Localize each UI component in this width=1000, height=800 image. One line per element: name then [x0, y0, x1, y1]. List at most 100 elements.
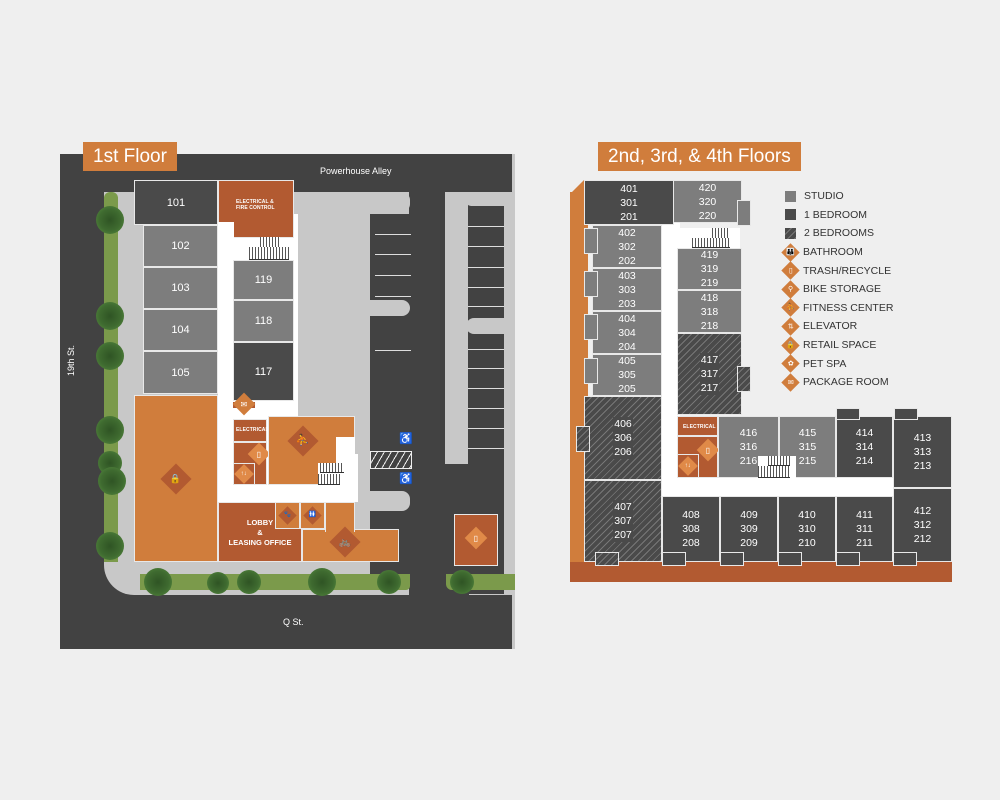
parking-stall-line: [375, 350, 411, 351]
legend-item: ⇅ ELEVATOR: [781, 317, 935, 336]
tree-icon: [96, 416, 124, 444]
unit-number: 310: [798, 523, 816, 535]
lobby-label-line: LEASING OFFICE: [228, 538, 292, 547]
balcony: [662, 552, 686, 566]
unit-412-312-212[interactable]: 412 312 212: [893, 488, 952, 562]
corridor: [660, 478, 918, 498]
unit-118[interactable]: 118: [233, 300, 294, 342]
legend-label: BATHROOM: [803, 246, 863, 259]
parking-island-5: [466, 318, 506, 334]
unit-number: 417: [699, 353, 720, 367]
unit-number: 207: [613, 528, 633, 542]
unit-number: 420: [698, 181, 717, 194]
legend-item: ⛹ FITNESS CENTER: [781, 298, 935, 318]
bike-storage-upper: [325, 502, 355, 532]
unit-number: 209: [740, 537, 758, 549]
unit-number: 304: [618, 326, 636, 339]
unit-414-314-214[interactable]: 414 314 214: [836, 416, 893, 478]
fitness-center-icon: ⛹: [781, 298, 800, 318]
unit-number: 410: [798, 509, 816, 521]
balcony: [584, 358, 598, 384]
unit-117[interactable]: 117: [233, 342, 294, 401]
parking-stall-line: [468, 306, 504, 307]
handicap-icon: ♿: [399, 473, 413, 485]
unit-401-301-201[interactable]: 401 301 201: [584, 180, 674, 225]
unit-101[interactable]: 101: [134, 180, 218, 225]
unit-number: 419: [700, 249, 719, 261]
stairs: [318, 474, 340, 485]
balcony: [720, 552, 744, 566]
unit-402-302-202[interactable]: 402 302 202: [592, 225, 662, 268]
wall-corner: [570, 180, 584, 194]
unit-403-303-203[interactable]: 403 303 203: [592, 268, 662, 311]
unit-418-318-218[interactable]: 418 318 218: [677, 290, 742, 333]
unit-number: 404: [618, 312, 636, 325]
parking-island-2: [370, 300, 410, 316]
unit-417-317-217[interactable]: 417 317 217: [677, 333, 742, 415]
handicap-icon: ♿: [399, 433, 413, 445]
unit-number: 317: [699, 367, 720, 381]
unit-105[interactable]: 105: [143, 351, 218, 394]
unit-number: 418: [700, 291, 719, 304]
stairs: [249, 247, 289, 260]
legend-label: BIKE STORAGE: [803, 283, 881, 296]
unit-419-319-219[interactable]: 419 319 219: [677, 248, 742, 290]
unit-number: 119: [254, 274, 273, 286]
unit-420-320-220[interactable]: 420 320 220: [673, 180, 742, 223]
bike-storage-icon: ⚲: [781, 280, 800, 299]
unit-number: 315: [798, 441, 817, 453]
street-label-19th-st: 19th St.: [66, 344, 76, 376]
parking-stall-line: [468, 287, 504, 288]
unit-405-305-205[interactable]: 405 305 205: [592, 354, 662, 396]
unit-413-313-213[interactable]: 413 313 213: [893, 416, 952, 488]
legend-label: 1 BEDROOM: [804, 208, 868, 221]
unit-119[interactable]: 119: [233, 260, 294, 300]
unit-number: 117: [254, 365, 273, 378]
unit-406-306-206[interactable]: 406 306 206: [584, 396, 662, 480]
unit-number: 316: [739, 441, 758, 453]
unit-number: 212: [913, 533, 932, 545]
upper-floors-title: 2nd, 3rd, & 4th Floors: [598, 142, 801, 171]
tree-icon: [377, 570, 401, 594]
unit-number: 103: [171, 282, 190, 294]
parking-stall-line: [468, 428, 504, 429]
retail-space[interactable]: 🔒: [134, 395, 218, 562]
unit-number: 406: [613, 417, 633, 431]
unit-number: 312: [913, 519, 932, 531]
legend-swatch: [785, 209, 796, 221]
parking-stall-line: [375, 254, 411, 255]
unit-number: 416: [739, 427, 758, 439]
first-floor-title: 1st Floor: [83, 142, 177, 171]
electrical-label: ELECTRICAL: [236, 427, 269, 433]
parking-stall-line: [375, 296, 411, 297]
unit-number: 214: [855, 455, 874, 467]
tree-icon: [96, 302, 124, 330]
unit-number: 211: [856, 537, 873, 549]
unit-104[interactable]: 104: [143, 309, 218, 351]
unit-number: 414: [855, 427, 874, 439]
parking-stall-line: [468, 226, 504, 227]
parking-stall-line: [468, 448, 504, 449]
parking-stall-line: [468, 368, 504, 369]
unit-number: 307: [613, 514, 633, 528]
legend-item: 2 BEDROOMS: [785, 224, 935, 243]
legend: STUDIO 1 BEDROOM 2 BEDROOMS 👪 BATHROOM ▯ TRASH…: [781, 187, 935, 392]
bathroom-icon: 👪: [781, 242, 800, 262]
parking-stall-line: [375, 234, 411, 235]
unit-102[interactable]: 102: [143, 225, 218, 267]
unit-number: 101: [166, 196, 186, 209]
balcony: [894, 408, 918, 420]
accessible-aisle-hatch: [370, 451, 412, 469]
unit-number: 102: [171, 240, 190, 252]
parking-island-3: [370, 491, 410, 511]
electrical-fire-control-label: ELECTRICAL & FIRE CONTROL: [236, 199, 275, 211]
unit-407-307-207[interactable]: 407 307 207: [584, 480, 662, 562]
legend-swatch: [785, 227, 796, 239]
unit-404-304-204[interactable]: 404 304 204: [592, 311, 662, 354]
elevator-icon: ⇅: [781, 317, 800, 336]
street-label-q-st: Q St.: [283, 617, 304, 627]
balcony: [584, 314, 598, 340]
street-label-powerhouse-alley: Powerhouse Alley: [320, 166, 392, 176]
legend-item: ▯ TRASH/RECYCLE: [781, 261, 935, 280]
unit-103[interactable]: 103: [143, 267, 218, 309]
